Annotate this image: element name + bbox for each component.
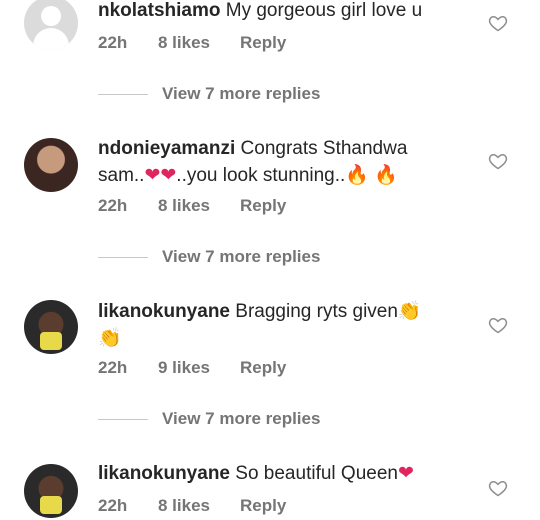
reply-button[interactable]: Reply bbox=[240, 496, 286, 516]
replies-divider bbox=[98, 419, 148, 421]
clap-emoji: 👏 bbox=[98, 327, 122, 349]
fire-emoji: 🔥 bbox=[345, 164, 369, 186]
comment-body: My gorgeous girl love u bbox=[220, 0, 423, 21]
clap-emoji: 👏 bbox=[397, 300, 422, 322]
comment-time: 22h bbox=[98, 496, 128, 515]
view-replies-label: View 7 more replies bbox=[162, 84, 321, 103]
comment-username[interactable]: likanokunyane bbox=[98, 463, 230, 484]
replies-divider bbox=[98, 94, 148, 96]
heart-emoji: ❤ bbox=[397, 462, 414, 484]
comment-meta: 22h 8 likes Reply bbox=[98, 196, 286, 216]
comment-likes[interactable]: 8 likes bbox=[158, 33, 240, 53]
view-replies-button[interactable]: View 7 more replies bbox=[98, 247, 320, 267]
avatar[interactable] bbox=[24, 300, 78, 354]
comment-meta: 22h 8 likes Reply bbox=[98, 496, 286, 516]
comment-likes[interactable]: 9 likes bbox=[158, 358, 240, 378]
heart-icon[interactable] bbox=[488, 315, 508, 335]
comment-time: 22h bbox=[98, 196, 128, 215]
comment-text: likanokunyane So beautiful Queen❤ bbox=[98, 460, 458, 487]
avatar[interactable] bbox=[24, 0, 78, 50]
fire-emoji: 🔥 bbox=[374, 164, 398, 186]
comment-likes[interactable]: 8 likes bbox=[158, 196, 240, 216]
reply-button[interactable]: Reply bbox=[240, 196, 286, 216]
heart-icon[interactable] bbox=[488, 13, 508, 33]
heart-icon[interactable] bbox=[488, 151, 508, 171]
comment-username[interactable]: likanokunyane bbox=[98, 301, 230, 322]
comment-text: likanokunyane Bragging ryts given👏 👏 bbox=[98, 298, 458, 352]
comment-meta: 22h 9 likes Reply bbox=[98, 358, 286, 378]
view-replies-label: View 7 more replies bbox=[162, 409, 321, 428]
avatar[interactable] bbox=[24, 138, 78, 192]
avatar[interactable] bbox=[24, 464, 78, 518]
comment-body: Bragging ryts given bbox=[230, 301, 398, 322]
comment-text: ndonieyamanzi Congrats Sthandwa sam..❤❤.… bbox=[98, 136, 458, 189]
heart-emoji: ❤❤ bbox=[144, 164, 177, 186]
comment-body: So beautiful Queen bbox=[230, 463, 398, 484]
comment-meta: 22h 8 likes Reply bbox=[98, 33, 286, 53]
comment-body-cont: ..you look stunning.. bbox=[176, 165, 346, 186]
reply-button[interactable]: Reply bbox=[240, 358, 286, 378]
comment-time: 22h bbox=[98, 33, 128, 52]
comment-username[interactable]: nkolatshiamo bbox=[98, 0, 220, 21]
comment-time: 22h bbox=[98, 358, 128, 377]
comment-text: nkolatshiamo My gorgeous girl love u bbox=[98, 0, 458, 24]
view-replies-button[interactable]: View 7 more replies bbox=[98, 84, 320, 104]
comment-likes[interactable]: 8 likes bbox=[158, 496, 240, 516]
heart-icon[interactable] bbox=[488, 478, 508, 498]
replies-divider bbox=[98, 257, 148, 259]
comment-username[interactable]: ndonieyamanzi bbox=[98, 138, 235, 159]
view-replies-label: View 7 more replies bbox=[162, 247, 321, 266]
reply-button[interactable]: Reply bbox=[240, 33, 286, 53]
view-replies-button[interactable]: View 7 more replies bbox=[98, 409, 320, 429]
